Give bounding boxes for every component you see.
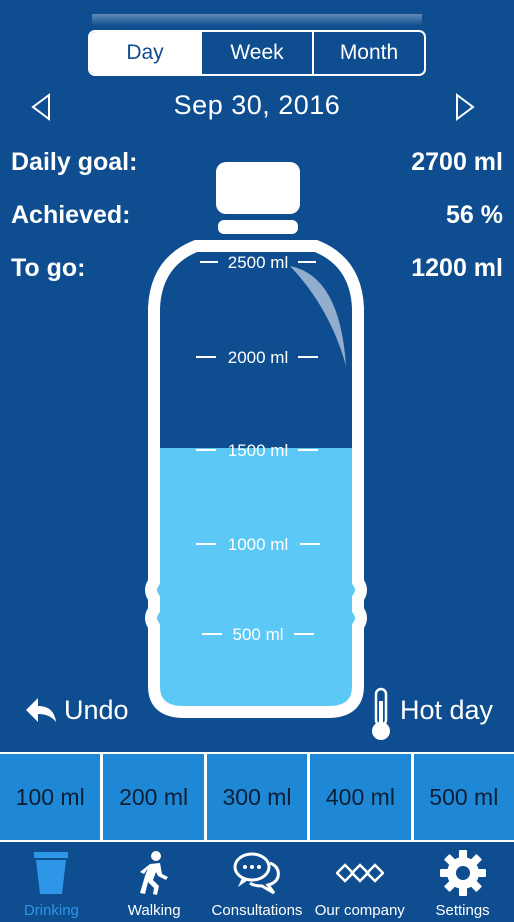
- hot-day-button[interactable]: Hot day: [368, 685, 494, 740]
- amount-buttons: 100 ml 200 ml 300 ml 400 ml 500 ml: [0, 752, 514, 842]
- segment-week[interactable]: Week: [200, 32, 312, 74]
- hot-day-label: Hot day: [400, 694, 494, 725]
- svg-text:500 ml: 500 ml: [232, 625, 283, 644]
- daily-goal-label: Daily goal:: [11, 148, 138, 176]
- tab-consultations-label: Consultations: [211, 902, 303, 919]
- walking-person-icon: [129, 848, 179, 898]
- add-300ml-button[interactable]: 300 ml: [206, 754, 308, 840]
- period-segmented-control: Day Week Month: [88, 30, 426, 76]
- tab-walking[interactable]: Walking: [103, 842, 206, 922]
- add-100ml-button[interactable]: 100 ml: [0, 754, 101, 840]
- tab-bar: Drinking Walking Consultations Our compa…: [0, 842, 514, 922]
- svg-text:2000 ml: 2000 ml: [228, 348, 288, 367]
- tab-settings[interactable]: Settings: [411, 842, 514, 922]
- scale-mark-2000: 2000 ml: [196, 348, 318, 367]
- chat-bubbles-icon: [232, 848, 282, 898]
- svg-text:1500 ml: 1500 ml: [228, 441, 288, 460]
- gear-icon: [438, 848, 488, 898]
- bottle-highlight: [290, 266, 346, 366]
- achieved-value: 56 %: [446, 201, 503, 229]
- achieved-label: Achieved:: [11, 201, 131, 229]
- thermometer-icon: [372, 687, 390, 740]
- add-400ml-button[interactable]: 400 ml: [310, 754, 411, 840]
- current-date: Sep 30, 2016: [173, 90, 341, 120]
- water-bottle: 2500 ml 2000 ml 1500 ml 1000 ml 500 ml: [140, 158, 372, 732]
- undo-button[interactable]: Undo: [24, 685, 129, 735]
- chevron-right-icon[interactable]: [451, 92, 479, 122]
- tab-consultations[interactable]: Consultations: [206, 842, 309, 922]
- bottle-neck-ring: [218, 220, 298, 234]
- tab-walking-label: Walking: [127, 902, 181, 919]
- undo-arrow-icon: [26, 698, 56, 722]
- add-500ml-button[interactable]: 500 ml: [413, 754, 514, 840]
- status-bar-shadow: [92, 14, 422, 26]
- svg-text:1000 ml: 1000 ml: [228, 535, 288, 554]
- tab-drinking-label: Drinking: [23, 902, 79, 919]
- undo-label: Undo: [64, 694, 129, 725]
- water-level: [151, 448, 361, 712]
- tab-drinking[interactable]: Drinking: [0, 842, 103, 922]
- tab-our-company-label: Our company: [314, 902, 405, 919]
- tab-settings-label: Settings: [435, 902, 490, 919]
- bottle-cap: [216, 162, 300, 214]
- add-200ml-button[interactable]: 200 ml: [103, 754, 204, 840]
- to-go-label: To go:: [11, 254, 86, 282]
- tab-our-company[interactable]: Our company: [308, 842, 411, 922]
- segment-month[interactable]: Month: [312, 32, 424, 74]
- to-go-value: 1200 ml: [411, 254, 503, 282]
- company-logo-icon: [335, 848, 385, 898]
- svg-text:2500 ml: 2500 ml: [228, 253, 288, 272]
- daily-goal-value: 2700 ml: [411, 148, 503, 176]
- cup-icon: [26, 848, 76, 898]
- segment-day[interactable]: Day: [90, 32, 200, 74]
- date-navigation: Sep 30, 2016: [0, 84, 514, 130]
